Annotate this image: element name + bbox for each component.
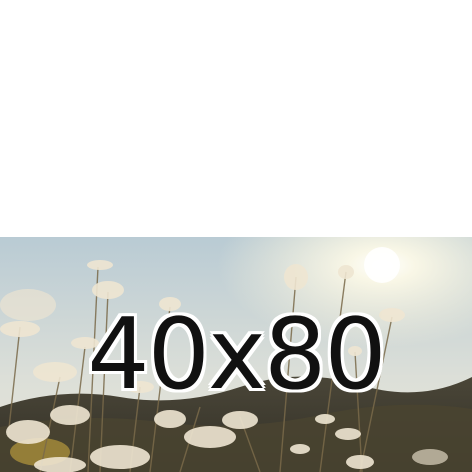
top-blank-area	[0, 0, 472, 237]
sun	[364, 247, 400, 283]
size-label: 40x80	[87, 298, 386, 412]
